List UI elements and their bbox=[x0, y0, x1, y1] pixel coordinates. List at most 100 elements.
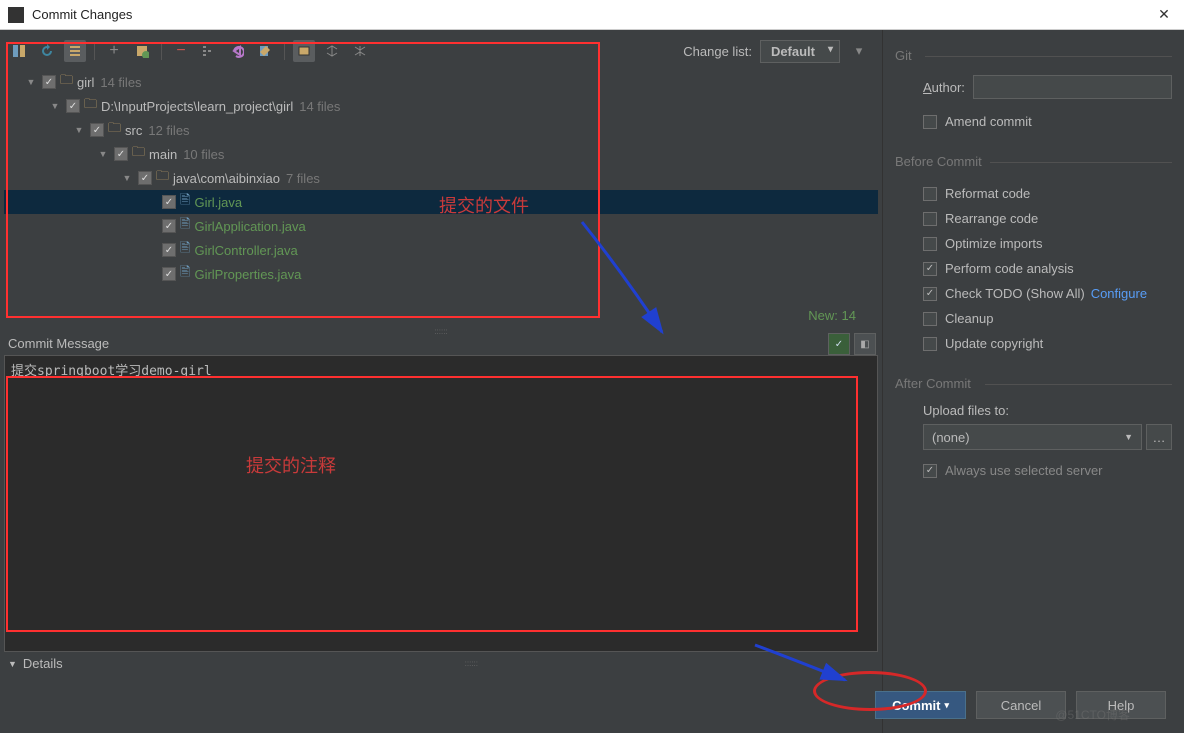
delete-icon[interactable]: − bbox=[170, 40, 192, 62]
tree-count: 12 files bbox=[148, 123, 189, 138]
author-input[interactable] bbox=[973, 75, 1172, 99]
watermark: @51CTO博客 bbox=[1055, 706, 1130, 723]
before-checkbox[interactable] bbox=[923, 212, 937, 226]
upload-select[interactable]: (none)▼ bbox=[923, 424, 1142, 450]
tree-label: main bbox=[149, 147, 177, 162]
file-icon: 🖹 bbox=[180, 263, 190, 285]
tree-checkbox[interactable]: ✓ bbox=[138, 171, 152, 185]
tree-arrow-icon[interactable]: ▼ bbox=[48, 99, 62, 113]
tree-count: 7 files bbox=[286, 171, 320, 186]
amend-checkbox[interactable] bbox=[923, 115, 937, 129]
commit-message-label: Commit Message bbox=[4, 334, 828, 355]
details-toggle[interactable]: ▼ Details :::::: bbox=[4, 652, 878, 675]
preview-icon[interactable] bbox=[293, 40, 315, 62]
group-by-icon[interactable] bbox=[64, 40, 86, 62]
expand-icon[interactable] bbox=[321, 40, 343, 62]
tree-row[interactable]: ▼✓🗀java\com\aibinxiao7 files bbox=[4, 166, 878, 190]
tree-checkbox[interactable]: ✓ bbox=[114, 147, 128, 161]
file-icon: 🖹 bbox=[180, 191, 190, 213]
changelist-label: Change list: bbox=[683, 44, 752, 59]
before-label: Rearrange code bbox=[945, 211, 1038, 226]
history-icon[interactable]: ◧ bbox=[854, 333, 876, 355]
always-server-checkbox[interactable] bbox=[923, 464, 937, 478]
tree-arrow-icon[interactable]: ▼ bbox=[24, 75, 38, 89]
commit-button[interactable]: Commit bbox=[875, 691, 966, 719]
changelist-icon[interactable] bbox=[131, 40, 153, 62]
folder-icon: 🗀 bbox=[84, 95, 97, 117]
toolbar: + − bbox=[4, 34, 375, 68]
before-checkbox[interactable] bbox=[923, 262, 937, 276]
refresh-icon[interactable] bbox=[36, 40, 58, 62]
upload-label: Upload files to: bbox=[895, 403, 1172, 418]
tree-arrow-icon[interactable] bbox=[144, 195, 158, 209]
before-checkbox[interactable] bbox=[923, 312, 937, 326]
amend-label: Amend commit bbox=[945, 114, 1032, 129]
spellcheck-icon[interactable]: ✓ bbox=[828, 333, 850, 355]
tree-count: 10 files bbox=[183, 147, 224, 162]
tree-row[interactable]: ▼✓🗀girl14 files bbox=[4, 70, 878, 94]
tree-count: 14 files bbox=[299, 99, 340, 114]
before-checkbox[interactable] bbox=[923, 187, 937, 201]
tree-checkbox[interactable]: ✓ bbox=[66, 99, 80, 113]
tree-row[interactable]: ✓ 🖹 Girl.java bbox=[4, 190, 878, 214]
window-title: Commit Changes bbox=[32, 7, 1144, 22]
before-label: Cleanup bbox=[945, 311, 993, 326]
tree-view-icon[interactable] bbox=[198, 40, 220, 62]
tree-arrow-icon[interactable]: ▼ bbox=[72, 123, 86, 137]
edit-icon[interactable] bbox=[254, 40, 276, 62]
tree-label: girl bbox=[77, 75, 94, 90]
author-label: Author: bbox=[923, 80, 965, 95]
configure-link[interactable]: Configure bbox=[1091, 286, 1147, 301]
git-section-title: Git bbox=[895, 48, 1172, 63]
rollback-icon[interactable] bbox=[226, 40, 248, 62]
tree-arrow-icon[interactable] bbox=[144, 243, 158, 257]
tree-checkbox[interactable]: ✓ bbox=[90, 123, 104, 137]
tree-checkbox[interactable]: ✓ bbox=[162, 219, 176, 233]
folder-icon: 🗀 bbox=[132, 143, 145, 165]
tree-label: Girl.java bbox=[194, 195, 242, 210]
tree-arrow-icon[interactable] bbox=[144, 219, 158, 233]
changelist-menu-icon[interactable]: ▾ bbox=[848, 40, 870, 62]
before-checkbox[interactable] bbox=[923, 237, 937, 251]
always-server-label: Always use selected server bbox=[945, 463, 1103, 478]
tree-checkbox[interactable]: ✓ bbox=[162, 267, 176, 281]
commit-message-input[interactable] bbox=[4, 355, 878, 652]
titlebar: Commit Changes ✕ bbox=[0, 0, 1184, 30]
tree-arrow-icon[interactable]: ▼ bbox=[120, 171, 134, 185]
tree-label: GirlController.java bbox=[194, 243, 297, 258]
tree-count: 14 files bbox=[100, 75, 141, 90]
tree-checkbox[interactable]: ✓ bbox=[162, 243, 176, 257]
before-checkbox[interactable] bbox=[923, 337, 937, 351]
tree-label: D:\InputProjects\learn_project\girl bbox=[101, 99, 293, 114]
upload-more-button[interactable]: … bbox=[1146, 424, 1172, 450]
before-label: Optimize imports bbox=[945, 236, 1043, 251]
before-label: Perform code analysis bbox=[945, 261, 1074, 276]
tree-row[interactable]: ▼ ✓ 🗀 main 10 files bbox=[4, 142, 878, 166]
tree-row[interactable]: ✓🖹GirlController.java bbox=[4, 238, 878, 262]
changelist-dropdown[interactable]: Default bbox=[760, 40, 840, 63]
folder-icon: 🗀 bbox=[108, 119, 121, 141]
before-checkbox[interactable] bbox=[923, 287, 937, 301]
tree-row[interactable]: ▼ ✓ 🗀 src 12 files bbox=[4, 118, 878, 142]
tree-label: src bbox=[125, 123, 142, 138]
before-label: Reformat code bbox=[945, 186, 1030, 201]
tree-checkbox[interactable]: ✓ bbox=[42, 75, 56, 89]
collapse-icon[interactable] bbox=[349, 40, 371, 62]
close-icon[interactable]: ✕ bbox=[1144, 6, 1184, 23]
tree-label: java\com\aibinxiao bbox=[173, 171, 280, 186]
file-icon: 🖹 bbox=[180, 215, 190, 237]
tree-row[interactable]: ✓ 🖹 GirlApplication.java bbox=[4, 214, 878, 238]
show-diff-icon[interactable] bbox=[8, 40, 30, 62]
expand-all-icon[interactable]: + bbox=[103, 40, 125, 62]
cancel-button[interactable]: Cancel bbox=[976, 691, 1066, 719]
tree-arrow-icon[interactable] bbox=[144, 267, 158, 281]
tree-checkbox[interactable]: ✓ bbox=[162, 195, 176, 209]
tree-arrow-icon[interactable]: ▼ bbox=[96, 147, 110, 161]
before-commit-title: Before Commit bbox=[895, 154, 1172, 169]
file-tree[interactable]: ▼ ✓ 🗀 girl 14 files ▼ ✓ 🗀 D:\InputProjects\learn… bbox=[4, 68, 878, 304]
after-commit-title: After Commit bbox=[895, 376, 1172, 391]
tree-row[interactable]: ▼ ✓ 🗀 D:\InputProjects\learn_project\girl 14… bbox=[4, 94, 878, 118]
tree-label: GirlApplication.java bbox=[194, 219, 305, 234]
new-files-count: New: 14 bbox=[4, 304, 878, 327]
tree-row[interactable]: ✓🖹GirlProperties.java bbox=[4, 262, 878, 286]
